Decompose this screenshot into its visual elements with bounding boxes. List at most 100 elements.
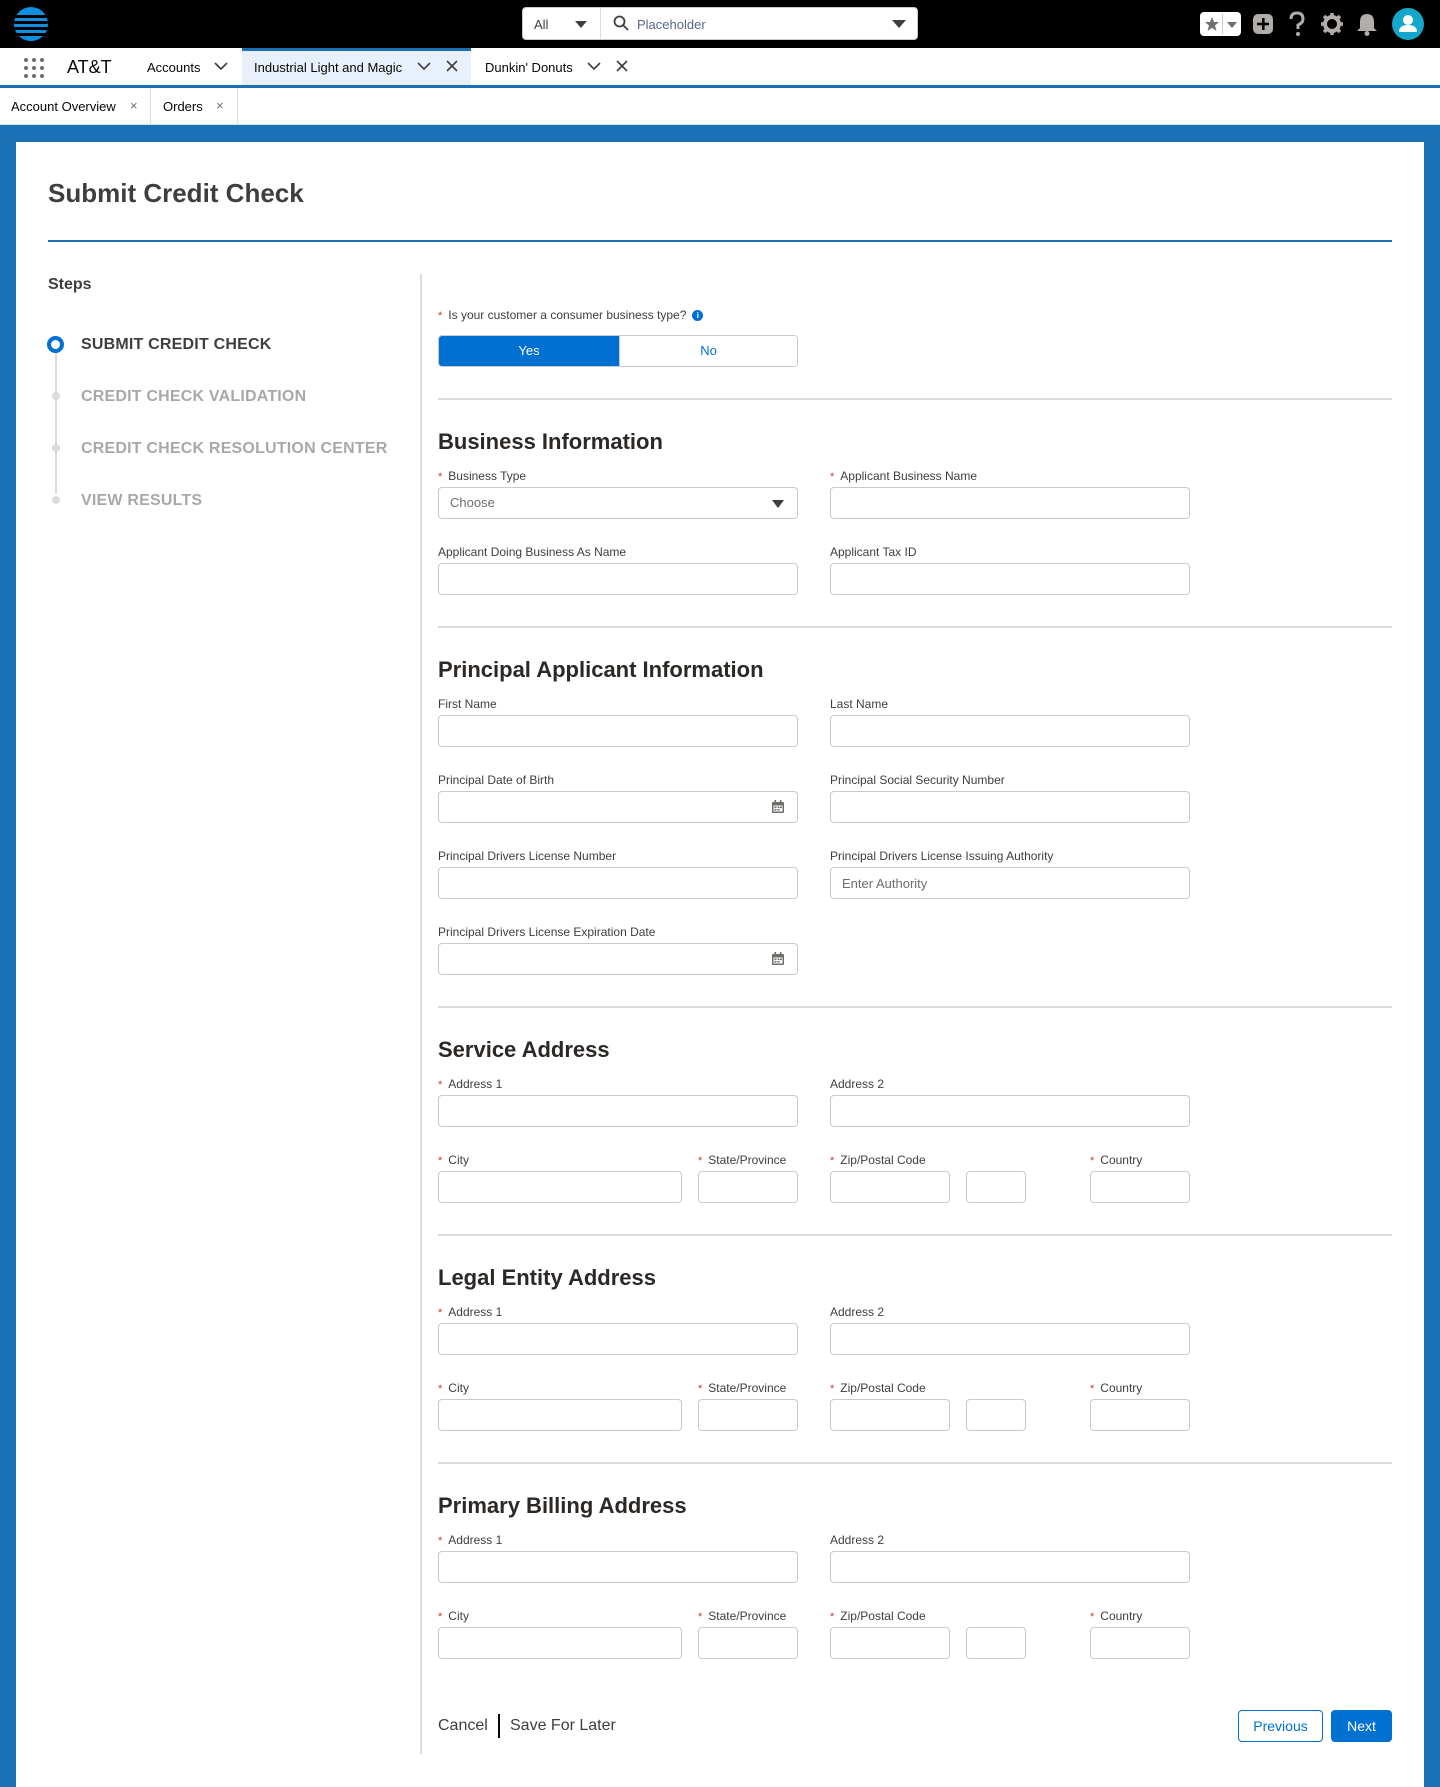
save-for-later-link[interactable]: Save For Later (510, 1717, 616, 1735)
close-icon[interactable]: × (130, 98, 138, 113)
search-scope-label: All (534, 17, 549, 32)
ssn-input[interactable] (830, 791, 1190, 823)
billing-city-input[interactable] (438, 1627, 682, 1659)
app-launcher-icon[interactable] (24, 58, 44, 78)
question-label: Is your customer a consumer business typ… (448, 308, 687, 322)
billing-state-input[interactable] (698, 1627, 798, 1659)
legal-address1-input[interactable] (438, 1323, 798, 1355)
chevron-down-icon[interactable] (417, 61, 431, 71)
service-zip-input[interactable] (830, 1171, 950, 1203)
global-header: All Placeholder (0, 0, 1440, 48)
section-title-primary-billing-address: Primary Billing Address (438, 1493, 687, 1518)
favorites-button[interactable] (1200, 12, 1241, 36)
service-address1-input[interactable] (438, 1095, 798, 1127)
billing-country-input[interactable] (1090, 1627, 1190, 1659)
close-icon[interactable] (616, 60, 628, 72)
section-title-business-information: Business Information (438, 429, 663, 454)
close-icon[interactable]: × (216, 98, 224, 113)
divider (48, 240, 1392, 242)
business-type-select[interactable]: Choose (438, 487, 798, 519)
search-input[interactable]: Placeholder (637, 17, 706, 32)
last-name-label: Last Name (830, 697, 889, 711)
consumer-business-toggle: Yes No (438, 335, 798, 367)
first-name-input[interactable] (438, 715, 798, 747)
billing-state-label: * State/Province (698, 1609, 787, 1623)
notification-bell-icon[interactable] (1356, 11, 1378, 37)
global-search: All Placeholder (522, 7, 918, 40)
nav-tab-label: Accounts (147, 60, 201, 75)
applicant-business-name-input[interactable] (830, 487, 1190, 519)
info-icon[interactable]: i (692, 310, 704, 321)
billing-address2-input[interactable] (830, 1551, 1190, 1583)
dl-expiration-date-input[interactable] (438, 943, 798, 975)
subtab-account-overview[interactable]: Account Overview × (0, 88, 151, 124)
service-state-input[interactable] (698, 1171, 798, 1203)
previous-button[interactable]: Previous (1238, 1710, 1323, 1742)
calendar-icon[interactable] (771, 800, 785, 814)
legal-zip-input[interactable] (830, 1399, 950, 1431)
step-current-indicator (47, 336, 64, 353)
billing-zip-label: * Zip/Postal Code (830, 1609, 926, 1623)
yes-button[interactable]: Yes (439, 336, 619, 366)
billing-zip-input[interactable] (830, 1627, 950, 1659)
chevron-down-icon (575, 21, 587, 28)
dl-expiration-label: Principal Drivers License Expiration Dat… (438, 925, 656, 939)
nav-tab-label: Industrial Light and Magic (254, 60, 403, 75)
cancel-link[interactable]: Cancel (438, 1717, 488, 1735)
help-icon[interactable] (1287, 11, 1307, 37)
service-city-input[interactable] (438, 1171, 682, 1203)
business-type-label: * Business Type (438, 469, 527, 483)
no-button[interactable]: No (619, 336, 797, 366)
nav-tab-dunkin-donuts[interactable]: Dunkin' Donuts (473, 48, 643, 85)
divider (438, 1234, 1392, 1236)
step-view-results[interactable]: VIEW RESULTS (81, 492, 202, 510)
step-credit-check-resolution-center[interactable]: CREDIT CHECK RESOLUTION CENTER (81, 440, 387, 458)
user-icon (1399, 15, 1417, 32)
legal-state-input[interactable] (698, 1399, 798, 1431)
divider (438, 1462, 1392, 1464)
close-icon[interactable] (446, 60, 458, 72)
billing-address1-input[interactable] (438, 1551, 798, 1583)
last-name-input[interactable] (830, 715, 1190, 747)
divider (498, 1714, 500, 1738)
next-button[interactable]: Next (1331, 1710, 1392, 1742)
dl-authority-input[interactable] (830, 867, 1190, 899)
calendar-icon[interactable] (771, 952, 785, 966)
step-credit-check-validation[interactable]: CREDIT CHECK VALIDATION (81, 388, 306, 406)
dl-number-input[interactable] (438, 867, 798, 899)
applicant-business-name-label: * Applicant Business Name (830, 469, 978, 483)
legal-city-input[interactable] (438, 1399, 682, 1431)
dob-date-input[interactable] (438, 791, 798, 823)
nav-tab-accounts[interactable]: Accounts (136, 48, 236, 85)
step-submit-credit-check[interactable]: SUBMIT CREDIT CHECK (81, 336, 271, 354)
billing-country-label: * Country (1090, 1609, 1143, 1623)
tax-id-input[interactable] (830, 563, 1190, 595)
credit-check-card: Submit Credit Check Steps SUBMIT CREDIT … (16, 142, 1424, 1787)
chevron-down-icon[interactable] (214, 61, 228, 71)
billing-zip-extension-input[interactable] (966, 1627, 1026, 1659)
att-globe-logo[interactable] (14, 7, 48, 41)
service-zip-extension-input[interactable] (966, 1171, 1026, 1203)
service-address2-input[interactable] (830, 1095, 1190, 1127)
chevron-down-icon[interactable] (892, 20, 906, 28)
service-country-input[interactable] (1090, 1171, 1190, 1203)
nav-tab-industrial-light-and-magic[interactable]: Industrial Light and Magic (242, 48, 471, 85)
dba-name-input[interactable] (438, 563, 798, 595)
legal-zip-label: * Zip/Postal Code (830, 1381, 926, 1395)
user-avatar[interactable] (1392, 8, 1424, 40)
chevron-down-icon[interactable] (587, 61, 601, 71)
subtab-label: Account Overview (11, 99, 116, 114)
legal-country-input[interactable] (1090, 1399, 1190, 1431)
subtab-orders[interactable]: Orders × (151, 88, 238, 124)
business-type-value: Choose (450, 495, 495, 510)
legal-zip-extension-input[interactable] (966, 1399, 1026, 1431)
service-city-label: * City (438, 1153, 469, 1167)
workspace-subtabs: Account Overview × Orders × (0, 88, 1440, 125)
global-actions-icon[interactable] (1252, 11, 1274, 37)
dob-label: Principal Date of Birth (438, 773, 555, 787)
legal-city-label: * City (438, 1381, 469, 1395)
gear-icon[interactable] (1320, 11, 1344, 37)
legal-address2-input[interactable] (830, 1323, 1190, 1355)
search-scope-dropdown[interactable]: All (523, 8, 601, 39)
service-country-label: * Country (1090, 1153, 1143, 1167)
